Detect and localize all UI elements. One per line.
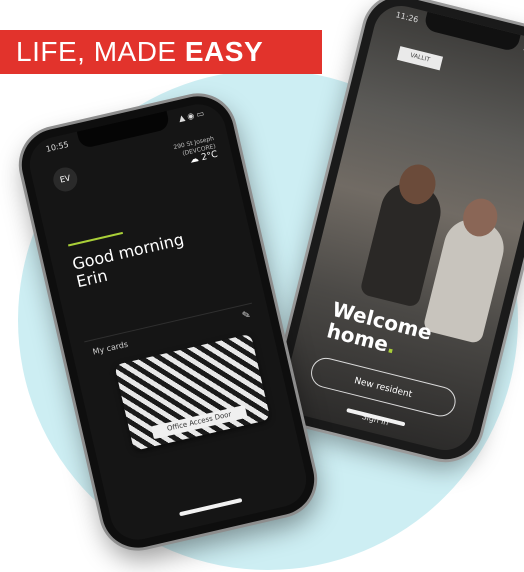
brand-box: VALLIT: [396, 46, 444, 71]
home-indicator: [179, 497, 243, 517]
avatar[interactable]: EV: [50, 165, 80, 194]
edit-icon[interactable]: ✎: [241, 309, 252, 322]
status-icons: ▲ ◉ ▭: [177, 108, 205, 124]
headline-emphasis: EASY: [184, 36, 264, 67]
access-card[interactable]: [114, 333, 271, 451]
status-time: 11:26: [394, 10, 420, 25]
divider: [84, 302, 253, 343]
headline-banner: LIFE, MADE EASY: [0, 30, 322, 74]
weather-widget: 290 St Joseph (DEVCORE) ☁ 2°C: [173, 135, 219, 168]
my-cards-label: My cards: [91, 339, 129, 357]
temperature-value: 2°C: [200, 149, 219, 164]
status-time: 10:55: [45, 139, 70, 154]
headline-prefix: LIFE, MADE: [16, 36, 185, 67]
